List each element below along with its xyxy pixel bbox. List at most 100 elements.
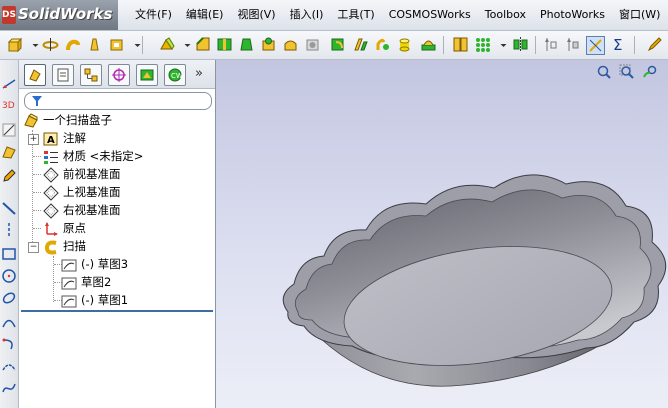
tree-item-right-plane[interactable]: 右视基准面 — [19, 202, 215, 219]
tree-item-sketch1[interactable]: (-) 草图1 — [19, 292, 215, 309]
linear-pattern-icon[interactable] — [330, 36, 347, 53]
tree-item-sketch2[interactable]: 草图2 — [19, 274, 215, 291]
sweep-feature-icon — [43, 239, 59, 255]
mirror-icon[interactable] — [352, 36, 369, 53]
pencil-icon[interactable] — [1, 168, 17, 184]
menu-window[interactable]: 窗口(W) — [612, 8, 667, 22]
sketch-icon[interactable] — [1, 122, 17, 138]
chevron-down-icon[interactable] — [129, 36, 141, 53]
arc-icon[interactable] — [1, 314, 17, 330]
tree-item-origin[interactable]: 原点 — [19, 220, 215, 237]
wrap-icon[interactable] — [260, 36, 277, 53]
chamfer-icon[interactable] — [195, 36, 212, 53]
menu-insert[interactable]: 插入(I) — [283, 8, 331, 22]
tree-connector — [33, 156, 41, 157]
property-manager-tab[interactable] — [52, 64, 74, 86]
graphics-viewport[interactable] — [216, 60, 668, 408]
collapse-sweep-button[interactable]: − — [28, 242, 39, 253]
tree-item-annotations[interactable]: + A 注解 — [19, 130, 215, 147]
tree-item-label: 上视基准面 — [63, 185, 121, 199]
tree-item-top-plane[interactable]: 上视基准面 — [19, 184, 215, 201]
tree-connector — [33, 210, 41, 211]
sketch-pencil-icon[interactable] — [646, 36, 663, 53]
more-tabs-button[interactable]: » — [195, 66, 203, 81]
move-face-icon[interactable] — [542, 36, 559, 53]
menu-tools[interactable]: 工具(T) — [330, 8, 381, 22]
expand-annotations-button[interactable]: + — [28, 134, 39, 145]
three-point-arc-icon[interactable] — [1, 358, 17, 374]
svg-text:3D: 3D — [2, 101, 15, 111]
tree-item-sweep[interactable]: − 扫描 — [19, 238, 215, 255]
menu-file[interactable]: 文件(F) — [128, 8, 179, 22]
menu-bar: DS SolidWorks 文件(F) 编辑(E) 视图(V) 插入(I) 工具… — [0, 0, 668, 31]
tree-item-material[interactable]: 材质 <未指定> — [19, 148, 215, 165]
svg-text:Σ: Σ — [613, 36, 622, 53]
sketch-color-icon[interactable] — [1, 144, 17, 160]
spline-icon[interactable] — [1, 380, 17, 396]
rectangle-icon[interactable] — [1, 246, 17, 262]
smart-dimension-icon[interactable] — [1, 76, 17, 92]
sweep-icon[interactable] — [64, 36, 81, 53]
tangent-arc-icon[interactable] — [1, 336, 17, 352]
shell-icon[interactable] — [108, 36, 125, 53]
display-manager-tab[interactable] — [136, 64, 158, 86]
instant3d-icon[interactable] — [586, 36, 605, 55]
reference-geometry-icon[interactable] — [374, 36, 391, 53]
mirror-feature-icon[interactable] — [512, 36, 529, 53]
app-brand: SolidWorks — [18, 5, 113, 23]
extrude-boss-icon[interactable] — [6, 36, 23, 53]
fillet-icon[interactable] — [158, 36, 175, 53]
hole-wizard-icon[interactable] — [304, 36, 321, 53]
feature-manager-tab[interactable] — [24, 64, 46, 86]
annotations-icon: A — [43, 131, 59, 147]
loft-icon[interactable] — [86, 36, 103, 53]
toolbar-separator — [142, 36, 143, 54]
sketch-icon — [61, 293, 77, 309]
revolve-icon[interactable] — [42, 36, 59, 53]
sketch-icon — [61, 275, 77, 291]
chevron-down-icon[interactable] — [179, 36, 191, 53]
rib-icon[interactable] — [216, 36, 233, 53]
chevron-down-icon[interactable] — [27, 36, 39, 53]
menu-cosmosworks[interactable]: COSMOSWorks — [382, 8, 478, 22]
configuration-manager-tab[interactable] — [80, 64, 102, 86]
tree-item-label: 前视基准面 — [63, 167, 121, 181]
delete-face-icon[interactable] — [564, 36, 581, 53]
part-icon — [23, 113, 39, 129]
chevron-down-icon[interactable] — [495, 36, 507, 53]
draft-icon[interactable] — [238, 36, 255, 53]
rollback-bar[interactable] — [21, 310, 213, 312]
sketch-icon — [61, 257, 77, 273]
menu-list: 文件(F) 编辑(E) 视图(V) 插入(I) 工具(T) COSMOSWork… — [128, 8, 667, 22]
tree-item-label: 注解 — [63, 131, 86, 145]
dome-solid-icon[interactable] — [420, 36, 437, 53]
sum-icon[interactable]: Σ — [610, 36, 627, 53]
tree-item-sketch3[interactable]: (-) 草图3 — [19, 256, 215, 273]
dots-pattern-icon[interactable] — [474, 36, 491, 53]
feature-filter-input[interactable] — [24, 92, 212, 110]
menu-toolbox[interactable]: Toolbox — [478, 8, 533, 22]
menu-photoworks[interactable]: PhotoWorks — [533, 8, 612, 22]
tree-item-label: 右视基准面 — [63, 203, 121, 217]
app-logo[interactable]: DS SolidWorks — [0, 0, 118, 30]
menu-view[interactable]: 视图(V) — [230, 8, 282, 22]
menu-edit[interactable]: 编辑(E) — [179, 8, 231, 22]
panel-tab-bar: CW » — [19, 60, 215, 89]
plane-icon — [43, 185, 59, 201]
tree-connector — [33, 174, 41, 175]
line-icon[interactable] — [1, 200, 17, 216]
tree-connector — [33, 228, 41, 229]
pattern-icon[interactable] — [452, 36, 469, 53]
cosmos-tab[interactable]: CW — [164, 64, 186, 86]
circle-icon[interactable] — [1, 268, 17, 284]
plane-icon — [43, 203, 59, 219]
cylinder-icon[interactable] — [396, 36, 413, 53]
dimxpert-tab[interactable] — [108, 64, 130, 86]
centerline-icon[interactable] — [1, 222, 17, 238]
bowl-model[interactable] — [216, 60, 668, 408]
tree-item-front-plane[interactable]: 前视基准面 — [19, 166, 215, 183]
ellipse-icon[interactable] — [1, 290, 17, 306]
tree-item-label: 材质 <未指定> — [63, 149, 144, 163]
dome-icon[interactable] — [282, 36, 299, 53]
sketch-3d-icon[interactable]: 3D — [1, 96, 17, 112]
